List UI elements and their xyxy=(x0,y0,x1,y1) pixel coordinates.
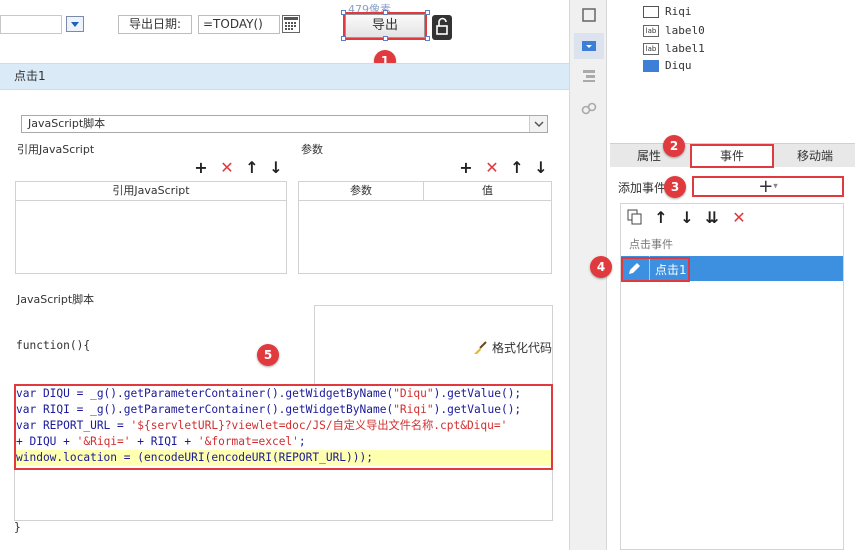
add-param-icon[interactable]: + xyxy=(458,158,474,177)
code-highlight-frame xyxy=(14,384,553,470)
add-event-button[interactable]: +▾ xyxy=(692,176,844,197)
widget-tool-active[interactable] xyxy=(574,33,604,59)
event-list-panel: ↑ ↓ ⇊ ✕ 点击事件 点击1 xyxy=(620,203,844,550)
tab-mobile[interactable]: 移动端 xyxy=(775,144,855,168)
diqu-combo-field[interactable] xyxy=(0,15,62,34)
resize-handle-br[interactable] xyxy=(425,36,430,41)
delete-icon[interactable]: ✕ xyxy=(219,158,235,177)
ref-js-column-header: 引用JavaScript xyxy=(16,182,286,201)
property-tabs: 属性 事件 移动端 xyxy=(610,143,855,168)
move-down-icon[interactable]: ↓ xyxy=(679,208,695,227)
ref-js-table[interactable]: 引用JavaScript xyxy=(15,181,287,274)
date-label[interactable]: 导出日期: xyxy=(118,15,192,34)
params-title: 参数 xyxy=(301,143,323,156)
step-badge-2: 2 xyxy=(663,135,685,157)
resize-handle-bl[interactable] xyxy=(341,36,346,41)
function-close: } xyxy=(14,521,21,534)
tab-events[interactable]: 事件 xyxy=(690,144,774,168)
step-badge-5: 5 xyxy=(257,344,279,366)
calendar-icon[interactable] xyxy=(282,15,300,33)
widget-tree-panel: Riqi lab label0 lab label1 Diqu xyxy=(607,0,855,143)
step-badge-4: 4 xyxy=(590,256,612,278)
add-icon[interactable]: + xyxy=(193,158,209,177)
param-up-icon[interactable]: ↑ xyxy=(509,158,525,177)
tree-item-label1[interactable]: lab label1 xyxy=(643,40,705,58)
add-event-row: 添加事件 +▾ xyxy=(610,175,855,199)
event-item-highlight-frame xyxy=(621,257,690,282)
tree-item-diqu[interactable]: Diqu xyxy=(643,57,692,75)
label-widget-icon: lab xyxy=(643,43,659,55)
resize-handle-t[interactable] xyxy=(383,10,388,15)
dropdown-arrow-icon xyxy=(71,21,79,27)
tree-item-label: label1 xyxy=(665,42,705,55)
broom-icon xyxy=(474,340,487,354)
resize-handle-tr[interactable] xyxy=(425,10,430,15)
script-type-select[interactable]: JavaScript脚本 xyxy=(21,115,548,133)
event-group-label: 点击事件 xyxy=(629,238,673,251)
resize-handle-b[interactable] xyxy=(383,36,388,41)
tree-item-label: label0 xyxy=(665,24,705,37)
combo-icon xyxy=(643,60,659,72)
combo-widget-icon xyxy=(582,41,596,51)
plus-icon: + xyxy=(758,176,774,197)
tree-item-label: Diqu xyxy=(665,59,692,72)
tree-item-label: Riqi xyxy=(665,5,692,18)
param-down-icon[interactable]: ↓ xyxy=(533,158,549,177)
calendar-icon xyxy=(643,6,659,18)
function-open: function(){ xyxy=(16,339,91,352)
step-badge-3: 3 xyxy=(664,176,686,198)
params-header-row: 参数 值 xyxy=(299,182,551,201)
diqu-dropdown-button[interactable] xyxy=(66,16,84,32)
params-col-name: 参数 xyxy=(299,182,424,200)
chevron-down-graphic xyxy=(534,121,544,128)
delete-param-icon[interactable]: ✕ xyxy=(484,158,500,177)
tree-item-label0[interactable]: lab label0 xyxy=(643,22,705,40)
unlock-icon xyxy=(436,17,448,35)
move-bottom-icon[interactable]: ⇊ xyxy=(704,208,720,227)
params-col-value: 值 xyxy=(482,184,493,197)
copy-icon[interactable] xyxy=(627,209,643,225)
label-widget-icon: lab xyxy=(643,25,659,37)
design-toolbar: 导出日期: =TODAY() 479像素 导出 1 xyxy=(0,0,569,72)
move-up-icon[interactable]: ↑ xyxy=(653,208,669,227)
frame-icon[interactable] xyxy=(581,7,597,23)
tree-item-riqi[interactable]: Riqi xyxy=(643,3,692,21)
calendar-icon-graphic xyxy=(284,17,298,30)
ref-js-title: 引用JavaScript xyxy=(17,143,95,156)
link-icon[interactable] xyxy=(581,101,597,117)
chevron-down-icon[interactable] xyxy=(529,116,547,132)
date-input[interactable]: =TODAY() xyxy=(198,15,280,34)
move-down-icon[interactable]: ↓ xyxy=(268,158,284,177)
event-section-header: 点击1 xyxy=(0,63,569,90)
delete-event-icon[interactable]: ✕ xyxy=(731,208,747,227)
chevron-down-icon: ▾ xyxy=(773,181,778,192)
resize-handle-tl[interactable] xyxy=(341,10,346,15)
add-event-label: 添加事件 xyxy=(618,181,667,195)
script-type-value: JavaScript脚本 xyxy=(28,117,106,130)
format-code-label: 格式化代码 xyxy=(492,341,553,355)
layers-icon[interactable] xyxy=(581,68,597,84)
lock-button[interactable] xyxy=(432,15,452,40)
move-up-icon[interactable]: ↑ xyxy=(244,158,260,177)
format-code-button[interactable]: 格式化代码 xyxy=(472,339,552,356)
params-table[interactable]: 参数 值 xyxy=(298,181,552,274)
